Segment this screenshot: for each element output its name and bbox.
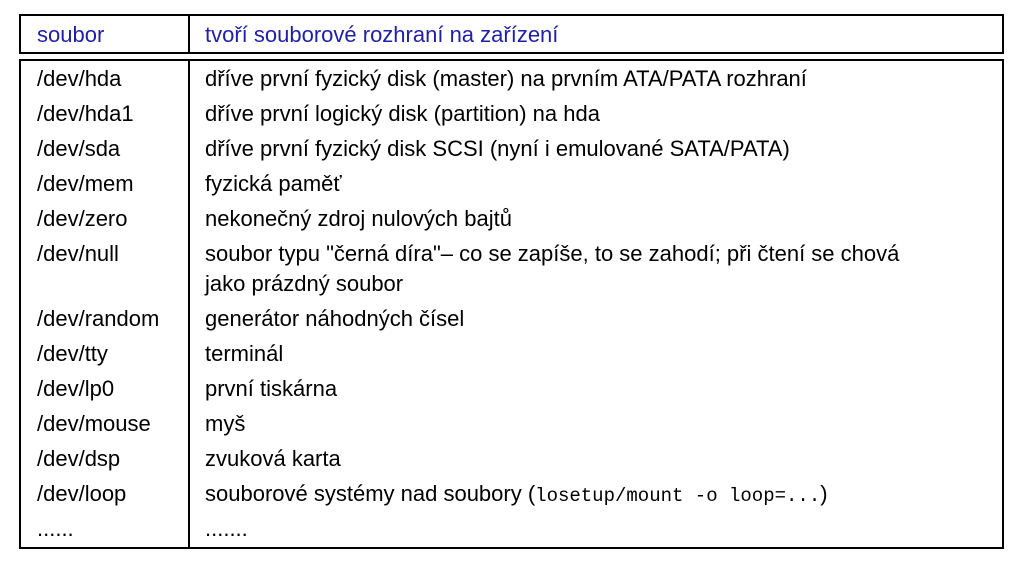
table-row: /dev/null soubor typu "černá díra"– co s… xyxy=(21,239,1002,304)
command-code: losetup/mount -o loop=... xyxy=(535,485,821,507)
device-file: /dev/loop xyxy=(37,481,127,506)
device-file: /dev/tty xyxy=(37,341,108,366)
device-description: první tiskárna xyxy=(205,376,338,401)
device-description: ....... xyxy=(205,516,248,541)
device-description: dříve první fyzický disk SCSI (nyní i em… xyxy=(205,136,790,161)
device-file: /dev/hda1 xyxy=(37,101,134,126)
table-row: /dev/tty terminál xyxy=(21,339,1002,374)
table-body: /dev/hda dříve první fyzický disk (maste… xyxy=(19,59,1004,549)
device-description: soubor typu "černá díra"– co se zapíše, … xyxy=(205,239,995,299)
table-row: /dev/mem fyzická paměť xyxy=(21,169,1002,204)
device-file: /dev/lp0 xyxy=(37,376,115,401)
header-description-column: tvoří souborové rozhraní na zařízení xyxy=(205,22,559,47)
table-row: /dev/hda dříve první fyzický disk (maste… xyxy=(21,64,1002,99)
device-description-line2: jako prázdný soubor xyxy=(205,271,404,296)
device-file: /dev/mouse xyxy=(37,411,151,436)
table-row: /dev/zero nekonečný zdroj nulových bajtů xyxy=(21,204,1002,239)
device-description: terminál xyxy=(205,341,284,366)
table-rows: /dev/hda dříve první fyzický disk (maste… xyxy=(21,64,1002,549)
device-file: /dev/zero xyxy=(37,206,128,231)
device-file: /dev/sda xyxy=(37,136,121,161)
device-file: /dev/hda xyxy=(37,66,122,91)
device-description: myš xyxy=(205,411,246,436)
column-divider xyxy=(188,16,190,52)
table-row: /dev/lp0 první tiskárna xyxy=(21,374,1002,409)
device-file: ...... xyxy=(37,516,74,541)
device-description: generátor náhodných čísel xyxy=(205,306,465,331)
device-description: dříve první fyzický disk (master) na prv… xyxy=(205,66,807,91)
table-row: /dev/dsp zvuková karta xyxy=(21,444,1002,479)
table-header: soubor tvoří souborové rozhraní na zaříz… xyxy=(19,14,1004,54)
device-description: zvuková karta xyxy=(205,446,341,471)
table-row: /dev/mouse myš xyxy=(21,409,1002,444)
device-description-line1: soubor typu "černá díra"– co se zapíše, … xyxy=(205,241,900,266)
device-file: /dev/random xyxy=(37,306,160,331)
device-description: souborové systémy nad soubory (losetup/m… xyxy=(205,479,995,511)
description-text: souborové systémy nad soubory ( xyxy=(205,481,536,506)
device-description: fyzická paměť xyxy=(205,171,342,196)
table-row: /dev/sda dříve první fyzický disk SCSI (… xyxy=(21,134,1002,169)
device-file: /dev/mem xyxy=(37,171,134,196)
header-file-column: soubor xyxy=(37,22,105,47)
table-row: /dev/random generátor náhodných čísel xyxy=(21,304,1002,339)
device-description: nekonečný zdroj nulových bajtů xyxy=(205,206,512,231)
description-tail: ) xyxy=(820,481,828,506)
device-file: /dev/null xyxy=(37,241,119,266)
device-file: /dev/dsp xyxy=(37,446,121,471)
device-description: dříve první logický disk (partition) na … xyxy=(205,101,600,126)
table-row: /dev/hda1 dříve první logický disk (part… xyxy=(21,99,1002,134)
table-row: ...... ....... xyxy=(21,514,1002,549)
table-row: /dev/loop souborové systémy nad soubory … xyxy=(21,479,1002,514)
